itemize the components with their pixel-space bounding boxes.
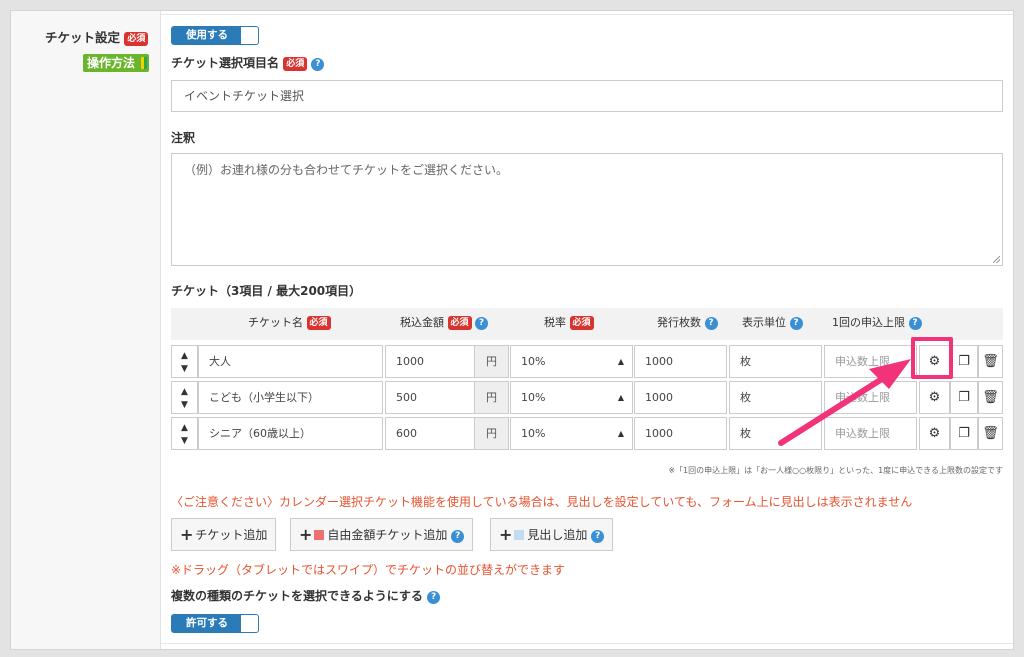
pointer-arrow-icon [778, 359, 911, 446]
settings-panel: チケット設定 必須 操作方法 使用する チケット選択項目名 必須 ? イベントチ… [10, 10, 1014, 650]
